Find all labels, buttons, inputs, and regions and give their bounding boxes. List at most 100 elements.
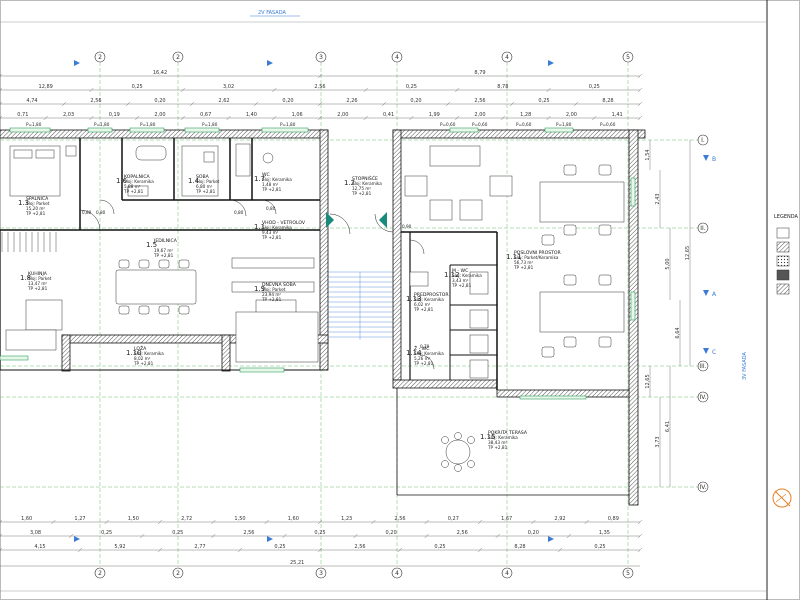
room-label: 1.11POSLOVNI PROSTORSloj: Parket/Keramik… <box>506 250 562 270</box>
dimension-value: 2,26 <box>346 98 357 104</box>
door-mark: 0,80 <box>82 210 92 215</box>
door-mark: 0,80 <box>234 210 244 215</box>
room-label: 1.15POKRITA TERASASloj: Keramika38,43 m²… <box>480 430 528 450</box>
total-dimension-value: 25,21 <box>290 560 304 566</box>
room-label: 1.3SPALNICASloj: Parket15,20 m²TP +2,81 <box>18 196 50 216</box>
window-mark: P=1,80 <box>26 122 42 127</box>
terrace-chair <box>467 460 475 468</box>
window-mark: P=1,80 <box>556 122 572 127</box>
row-axis-label: IV. <box>699 484 706 491</box>
dimension-value: 2,62 <box>218 98 229 104</box>
chair <box>138 305 150 315</box>
dimension-value: 4,74 <box>26 98 37 104</box>
vertical-dimension-value: 12,65 <box>645 374 651 388</box>
terrace-chair <box>454 432 462 440</box>
column-axis-label: 4 <box>395 54 399 61</box>
dimension-value: 0,25 <box>314 530 325 536</box>
room-height: TP +2,81 <box>133 361 154 366</box>
dimension-value: 2,56 <box>243 530 254 536</box>
dimension-value: 1,27 <box>74 516 85 522</box>
section-marker-b: B <box>712 156 716 163</box>
room-height: TP +2,81 <box>487 445 508 450</box>
office-chair <box>541 346 555 358</box>
column-axis-label: 3 <box>319 570 323 577</box>
row-axis-label: IV. <box>699 394 706 401</box>
office-chair <box>563 336 577 348</box>
row-axis-label: I. <box>701 137 705 144</box>
dimension-value: 3,08 <box>30 530 41 536</box>
dimension-value: 1,60 <box>21 516 32 522</box>
room-height: TP +2,81 <box>153 253 174 258</box>
terrace-chair <box>441 436 449 444</box>
north-arrow-icon <box>772 488 792 508</box>
room-height: TP +2,81 <box>25 211 46 216</box>
room-height: TP +2,81 <box>413 361 434 366</box>
dimension-value: 2,56 <box>314 84 325 90</box>
dimension-value: 1,41 <box>612 112 623 118</box>
room-name: JEDILNICA <box>153 238 178 244</box>
room-label: 1.2STOPNIŠČESloj: Keramika12,75 m²TP +2,… <box>344 175 382 196</box>
room-height: TP +2,81 <box>513 265 534 270</box>
dimension-value: 0,25 <box>589 84 600 90</box>
office-furniture <box>404 145 625 465</box>
column-axis-label: 2 <box>98 570 102 577</box>
room-label: 1.13PREDPROSTORSloj: Keramika6,02 m²TP +… <box>406 292 449 312</box>
column-axis-label: 4 <box>395 570 399 577</box>
dimension-value: 12,89 <box>39 84 53 90</box>
dimension-value: 0,25 <box>172 530 183 536</box>
dimension-value: 2,72 <box>181 516 192 522</box>
room-height: TP +2,81 <box>451 283 472 288</box>
dimension-value: 0,25 <box>406 84 417 90</box>
office-chair <box>563 224 577 236</box>
chair <box>118 259 130 269</box>
dimension-value: 5,92 <box>114 544 125 550</box>
room-height: TP +2,81 <box>261 235 282 240</box>
chair <box>138 259 150 269</box>
chair <box>158 259 170 269</box>
chair <box>178 305 190 315</box>
dimension-value: 2,00 <box>337 112 348 118</box>
dimension-value: 1,06 <box>292 112 303 118</box>
column-axis-label: 2 <box>98 54 102 61</box>
dimension-value: 0,41 <box>383 112 394 118</box>
room-height: TP +2,81 <box>195 189 216 194</box>
dimension-value: 1,50 <box>128 516 139 522</box>
window-mark: P=1,80 <box>280 122 296 127</box>
dimension-value: 2,56 <box>90 98 101 104</box>
dimension-value: 0,25 <box>594 544 605 550</box>
section-marker-a: A <box>712 291 717 298</box>
window-mark: P=0,60 <box>516 122 532 127</box>
door-mark: 0,70 <box>420 344 430 349</box>
dimension-value: 2,77 <box>194 544 205 550</box>
dimension-value: 0,19 <box>109 112 120 118</box>
column-axis-label: 5 <box>626 570 630 577</box>
window-mark: P=1,80 <box>202 122 218 127</box>
dimension-value: 0,20 <box>528 530 539 536</box>
dimension-value: 8,78 <box>497 84 508 90</box>
dimension-value: 0,20 <box>282 98 293 104</box>
left-staircase <box>1 232 57 252</box>
office-chair <box>598 224 612 236</box>
office-chair <box>563 164 577 176</box>
dimension-value: 0,25 <box>101 530 112 536</box>
dimension-value: 0,71 <box>17 112 28 118</box>
door-mark: 0,80 <box>266 206 276 211</box>
right-facade-label: 3V FASADA <box>742 352 748 380</box>
dimension-value: 3,02 <box>223 84 234 90</box>
dimension-value: 0,25 <box>538 98 549 104</box>
dimension-value: 0,20 <box>386 530 397 536</box>
dimension-value: 2,00 <box>566 112 577 118</box>
dimension-value: 1,28 <box>520 112 531 118</box>
room-height: TP +2,81 <box>351 191 372 196</box>
room-label: 1.5JEDILNICA19,67 m²TP +2,81 <box>146 238 178 258</box>
row-axis-label: II. <box>700 225 706 232</box>
dimension-value: 2,56 <box>474 98 485 104</box>
dimension-value: 2,00 <box>154 112 165 118</box>
dimension-value: 2,92 <box>554 516 565 522</box>
chair <box>178 259 190 269</box>
row-axis-label: III. <box>699 363 706 370</box>
dimension-value: 0,25 <box>434 544 445 550</box>
dimension-value: 2,03 <box>63 112 74 118</box>
terrace-chair <box>467 436 475 444</box>
window-mark: P=1,80 <box>94 122 110 127</box>
